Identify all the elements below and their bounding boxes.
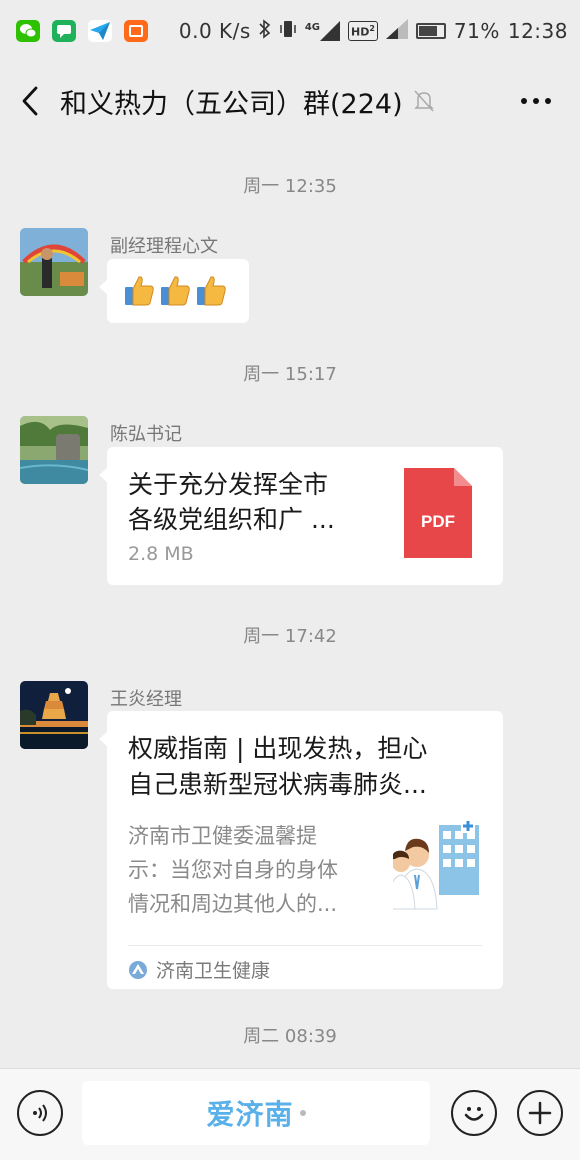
plus-icon	[528, 1101, 552, 1125]
file-message-bubble[interactable]: 关于充分发挥全市 各级党组织和广 ... 2.8 MB PDF	[99, 447, 503, 585]
more-button[interactable]	[516, 84, 556, 118]
signal-4g-icon: 4G	[305, 21, 340, 41]
chat-title[interactable]: 和义热力（五公司）群(224)	[60, 82, 403, 121]
vibrate-icon	[279, 19, 297, 44]
emoji-message-bubble[interactable]	[99, 259, 249, 323]
article-message-bubble[interactable]: 权威指南 | 出现发热，担心 自己患新型冠状病毒肺炎... 济南市卫健委温馨提 …	[99, 711, 503, 989]
bluetooth-icon	[259, 18, 271, 44]
chevron-left-icon	[22, 86, 38, 116]
chat-bubble-icon	[52, 20, 76, 42]
mi-icon	[124, 20, 148, 42]
add-button[interactable]	[517, 1090, 563, 1136]
net-speed: 0.0 K/s	[178, 19, 251, 43]
sender-name: 王炎经理	[110, 689, 182, 710]
hd-icon: HD2	[347, 21, 378, 41]
sender-name: 副经理程心文	[110, 236, 218, 257]
avatar[interactable]	[20, 228, 88, 296]
status-indicators: 0.0 K/s 4G HD2 71% 12:38	[178, 18, 568, 44]
notification-icons	[16, 20, 148, 42]
message-timestamp: 周一 12:35	[243, 176, 337, 197]
article-source: 济南卫生健康	[128, 956, 270, 983]
thumbs-up-icon	[197, 276, 226, 306]
pdf-icon: PDF	[404, 468, 472, 562]
article-thumbnail	[386, 819, 485, 915]
message-input[interactable]: 爱济南	[82, 1081, 430, 1145]
voice-button[interactable]	[17, 1090, 63, 1136]
paper-plane-icon	[88, 20, 112, 42]
battery-percent: 71%	[453, 19, 500, 43]
clock: 12:38	[507, 19, 568, 43]
status-bar: 0.0 K/s 4G HD2 71% 12:38	[0, 0, 580, 62]
wechat-icon	[16, 20, 40, 42]
article-description: 济南市卫健委温馨提 示：当您对自身的身体 情况和周边其他人的...	[128, 824, 338, 916]
back-button[interactable]	[0, 62, 60, 140]
bell-off-icon	[413, 89, 435, 113]
signal-bars-icon	[385, 18, 408, 44]
more-dots-icon	[521, 98, 551, 104]
message-timestamp: 周一 17:42	[243, 626, 337, 647]
avatar[interactable]	[20, 681, 88, 749]
input-bar: 爱济南	[0, 1068, 580, 1160]
smiley-icon	[464, 1107, 484, 1121]
chat-header: 和义热力（五公司）群(224)	[0, 62, 580, 140]
emoji-button[interactable]	[451, 1090, 497, 1136]
thumbs-up-emojis	[107, 259, 249, 321]
file-title: 关于充分发挥全市 各级党组织和广 ...	[128, 470, 335, 534]
thumbs-up-icon	[161, 276, 190, 306]
article-title: 权威指南 | 出现发热，担心 自己患新型冠状病毒肺炎...	[128, 734, 428, 799]
avatar[interactable]	[20, 416, 88, 484]
divider	[128, 945, 482, 946]
file-size: 2.8 MB	[128, 543, 194, 565]
source-logo-icon	[129, 960, 147, 979]
message-timestamp: 周一 15:17	[243, 364, 337, 385]
battery-icon	[415, 23, 446, 39]
message-timestamp: 周二 08:39	[243, 1026, 337, 1047]
thumbs-up-icon	[125, 276, 154, 306]
sender-name: 陈弘书记	[110, 424, 182, 445]
chat-screen: 0.0 K/s 4G HD2 71% 12:38 和义热力（五公司）群(224)…	[0, 0, 580, 1160]
voice-icon	[33, 1104, 47, 1122]
